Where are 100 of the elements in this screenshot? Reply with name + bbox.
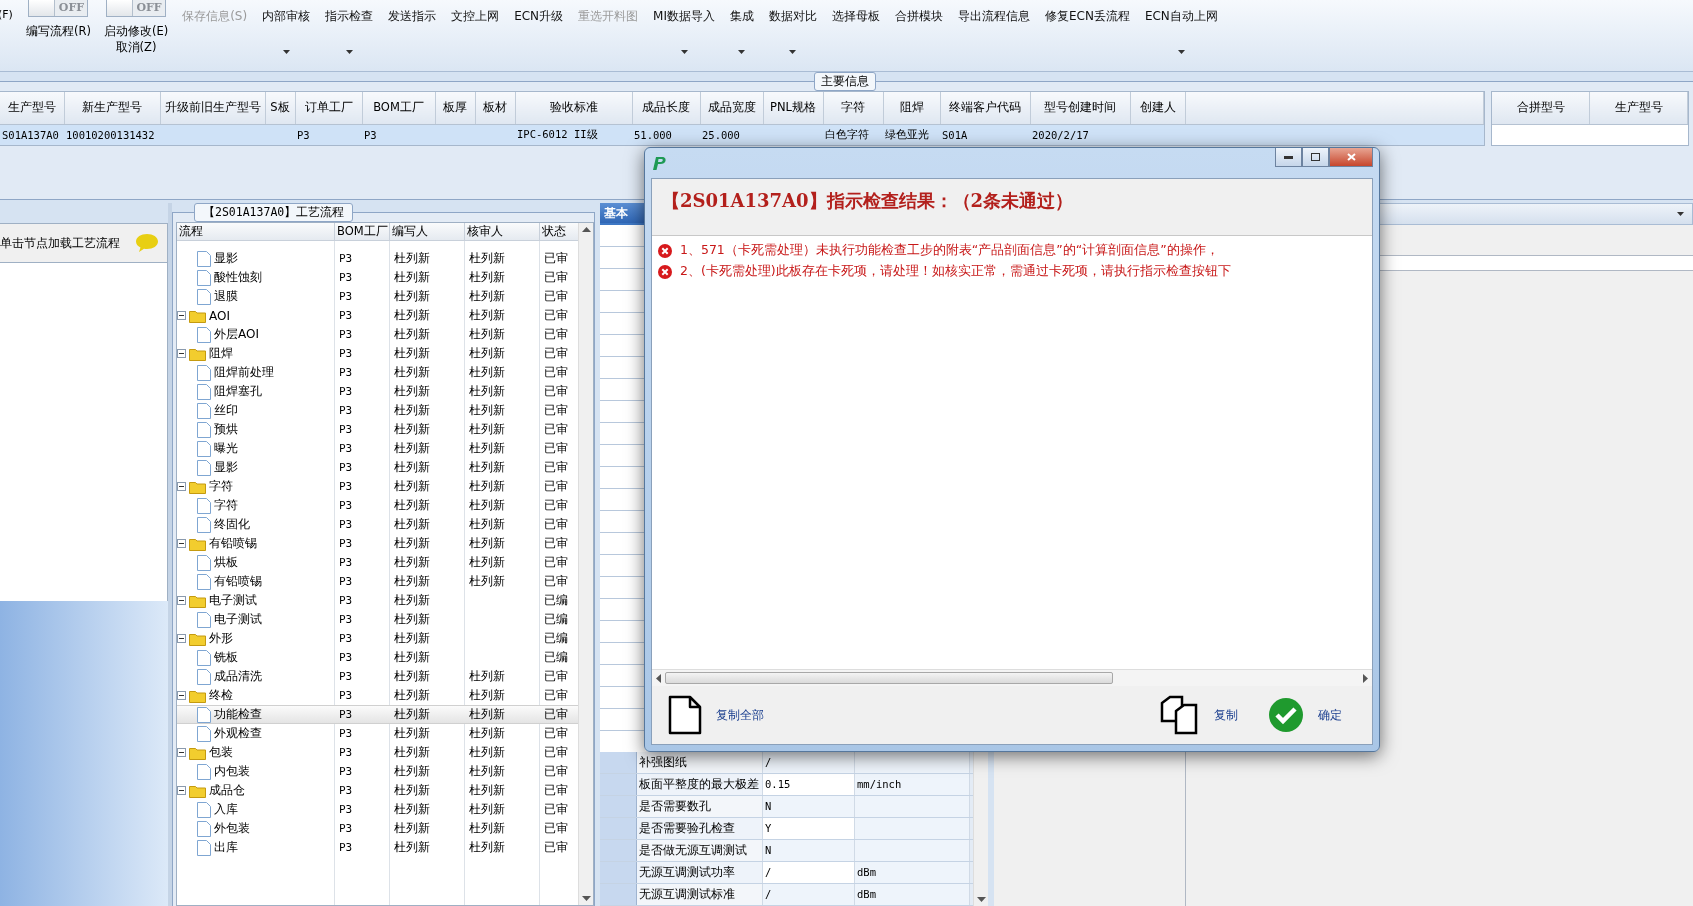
- column-header[interactable]: 终端客户代码: [940, 92, 1030, 124]
- tree-row[interactable]: 阻焊塞孔 P3 杜列新 杜列新 已审: [177, 382, 578, 401]
- dialog-button[interactable]: 确定: [1268, 697, 1342, 733]
- toolbar-button[interactable]: 数据对比: [767, 8, 818, 54]
- scroll-right-icon[interactable]: [1363, 673, 1368, 683]
- scroll-thumb[interactable]: [665, 672, 1113, 684]
- property-value[interactable]: /: [763, 884, 855, 905]
- tree-row[interactable]: 退膜 P3 杜列新 杜列新 已审: [177, 287, 578, 306]
- column-header[interactable]: BOM工厂: [362, 92, 435, 124]
- collapse-icon[interactable]: [177, 634, 186, 643]
- table-cell[interactable]: P3: [295, 124, 362, 145]
- tree-row[interactable]: 外观检查 P3 杜列新 杜列新 已审: [177, 724, 578, 743]
- column-header[interactable]: 成品长度: [632, 92, 700, 124]
- property-value[interactable]: N: [763, 796, 855, 817]
- cancel-label[interactable]: 取消(Z): [115, 39, 157, 55]
- tree-row[interactable]: 字符 P3 杜列新 杜列新 已审: [177, 496, 578, 515]
- tree-row[interactable]: 出库 P3 杜列新 杜列新 已审: [177, 838, 578, 857]
- column-header[interactable]: 合拼型号: [1492, 92, 1590, 124]
- table-cell[interactable]: 白色字符: [823, 124, 883, 145]
- table-cell[interactable]: IPC-6012 II级: [515, 124, 632, 145]
- tree-row[interactable]: 曝光 P3 杜列新 杜列新 已审: [177, 439, 578, 458]
- tree-row[interactable]: 有铅喷锡 P3 杜列新 杜列新 已审: [177, 534, 578, 553]
- scrollbar[interactable]: [578, 223, 593, 905]
- column-header[interactable]: 编写人: [390, 223, 465, 240]
- column-header[interactable]: 订单工厂: [295, 92, 362, 124]
- property-value[interactable]: Y: [763, 818, 855, 839]
- column-header[interactable]: 生产型号: [0, 92, 64, 124]
- toolbar-button[interactable]: 文控上网: [450, 8, 501, 54]
- minimize-button[interactable]: [1275, 148, 1302, 167]
- toolbar-button[interactable]: ECN升级: [513, 8, 565, 54]
- tree-row[interactable]: 显影 P3 杜列新 杜列新 已审: [177, 249, 578, 268]
- property-value[interactable]: N: [763, 840, 855, 861]
- scroll-up-icon[interactable]: [581, 227, 591, 232]
- maximize-button[interactable]: [1302, 148, 1329, 167]
- collapse-icon[interactable]: [177, 691, 186, 700]
- column-header[interactable]: PNL规格: [763, 92, 823, 124]
- column-header[interactable]: BOM工厂: [335, 223, 390, 240]
- column-header[interactable]: 核审人: [465, 223, 540, 240]
- collapse-icon[interactable]: [177, 539, 186, 548]
- tree-row[interactable]: 终检 P3 杜列新 杜列新 已审: [177, 686, 578, 705]
- tree-row[interactable]: AOI P3 杜列新 杜列新 已审: [177, 306, 578, 325]
- column-header[interactable]: 型号创建时间: [1030, 92, 1130, 124]
- scroll-down-icon[interactable]: [581, 896, 591, 901]
- toolbar-button[interactable]: 导出流程信息: [956, 8, 1031, 54]
- tree-row[interactable]: 外形 P3 杜列新 已编: [177, 629, 578, 648]
- toolbar-button[interactable]: 合拼模块: [893, 8, 944, 54]
- collapse-icon[interactable]: [177, 482, 186, 491]
- toolbar-button[interactable]: 修复ECN丢流程: [1043, 8, 1131, 54]
- column-header[interactable]: 字符: [823, 92, 883, 124]
- toolbar-button[interactable]: ECN自动上网: [1143, 8, 1219, 54]
- property-value[interactable]: /: [763, 752, 855, 773]
- tree-row[interactable]: 外层AOI P3 杜列新 杜列新 已审: [177, 325, 578, 344]
- column-header[interactable]: 创建人: [1130, 92, 1185, 124]
- tree-row[interactable]: 有铅喷锡 P3 杜列新 杜列新 已审: [177, 572, 578, 591]
- tree-row[interactable]: 电子测试 P3 杜列新 已编: [177, 610, 578, 629]
- tree-row[interactable]: 功能检查 P3 杜列新 杜列新 已审: [177, 705, 578, 724]
- tree-row[interactable]: 包装 P3 杜列新 杜列新 已审: [177, 743, 578, 762]
- tree-row[interactable]: 内包装 P3 杜列新 杜列新 已审: [177, 762, 578, 781]
- scrollbar[interactable]: [652, 669, 1372, 686]
- tree-row[interactable]: 预烘 P3 杜列新 杜列新 已审: [177, 420, 578, 439]
- tree-row[interactable]: 终固化 P3 杜列新 杜列新 已审: [177, 515, 578, 534]
- toolbar-button[interactable]: 内部审核: [261, 8, 312, 54]
- table-cell[interactable]: P3: [362, 124, 435, 145]
- collapse-icon[interactable]: [177, 596, 186, 605]
- column-header[interactable]: 生产型号: [1589, 92, 1688, 124]
- tree-row[interactable]: 成品仓 P3 杜列新 杜列新 已审: [177, 781, 578, 800]
- collapse-icon[interactable]: [177, 748, 186, 757]
- column-header[interactable]: 升级前旧生产型号: [160, 92, 265, 124]
- dialog-button[interactable]: 复制全部: [668, 695, 764, 735]
- tree-row[interactable]: 电子测试 P3 杜列新 已编: [177, 591, 578, 610]
- column-header[interactable]: 验收标准: [515, 92, 632, 124]
- tree-row[interactable]: 成品清洗 P3 杜列新 杜列新 已审: [177, 667, 578, 686]
- tree-row[interactable]: 显影 P3 杜列新 杜列新 已审: [177, 458, 578, 477]
- dialog-button[interactable]: 复制: [1160, 695, 1238, 735]
- tree-row[interactable]: 外包装 P3 杜列新 杜列新 已审: [177, 819, 578, 838]
- table-cell[interactable]: 2020/2/17: [1030, 124, 1130, 145]
- toolbar-button[interactable]: 选择母板: [830, 8, 881, 54]
- collapse-icon[interactable]: [177, 349, 186, 358]
- toolbar-button[interactable]: 集成: [728, 8, 755, 54]
- column-header[interactable]: 新生产型号: [64, 92, 160, 124]
- tree-row[interactable]: 丝印 P3 杜列新 杜列新 已审: [177, 401, 578, 420]
- scroll-left-icon[interactable]: [656, 673, 661, 683]
- column-header[interactable]: 板材: [475, 92, 515, 124]
- column-header[interactable]: S板: [265, 92, 295, 124]
- property-value[interactable]: /: [763, 862, 855, 883]
- toolbar-button[interactable]: MI数据导入: [652, 8, 716, 54]
- property-value[interactable]: 0.15: [763, 774, 855, 795]
- collapse-icon[interactable]: [177, 786, 186, 795]
- tree-row[interactable]: 阻焊 P3 杜列新 杜列新 已审: [177, 344, 578, 363]
- table-cell[interactable]: 51.000: [632, 124, 700, 145]
- toolbar-button[interactable]: 发送指示: [387, 8, 438, 54]
- table-cell[interactable]: 绿色亚光: [883, 124, 940, 145]
- column-header[interactable]: 成品宽度: [700, 92, 763, 124]
- column-header[interactable]: 流程: [177, 223, 335, 240]
- table-cell[interactable]: 25.000: [700, 124, 763, 145]
- collapse-icon[interactable]: [177, 311, 186, 320]
- scroll-down-icon[interactable]: [976, 897, 986, 902]
- column-header[interactable]: 阻焊: [883, 92, 940, 124]
- toolbar-button[interactable]: 指示检查: [324, 8, 375, 54]
- table-cell[interactable]: 10010200131432: [64, 124, 160, 145]
